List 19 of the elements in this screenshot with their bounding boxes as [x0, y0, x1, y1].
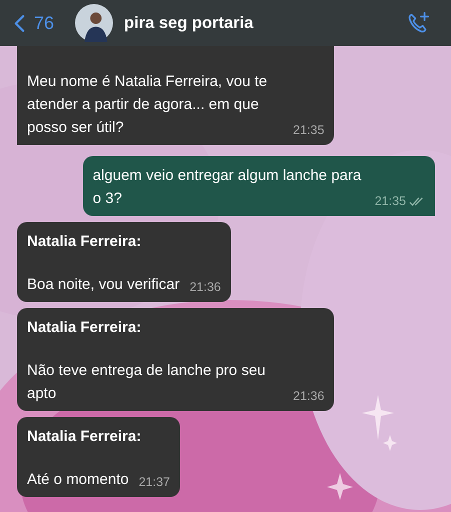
- message-time: 21:36: [293, 389, 324, 403]
- message-text: Até o momento: [27, 470, 129, 490]
- message-time: 21:37: [138, 475, 170, 489]
- contact-name[interactable]: pira seg portaria: [124, 14, 407, 32]
- avatar[interactable]: [75, 4, 114, 42]
- message-text: alguem veio entregar algum lanche para o 3?: [92, 166, 362, 209]
- unread-count: 76: [34, 12, 54, 34]
- phone-plus-icon[interactable]: [407, 11, 431, 35]
- message-time: 21:35: [293, 123, 324, 137]
- message-text: Boa noite, vou verificar: [27, 275, 180, 295]
- back-button[interactable]: 76: [14, 12, 54, 34]
- sender-name: Natalia Ferreira:: [27, 427, 142, 447]
- chevron-left-icon: [14, 14, 25, 32]
- message-time: 21:36: [190, 280, 221, 294]
- sender-name: Natalia Ferreira:: [27, 318, 142, 338]
- message-text: Meu nome é Natalia Ferreira, vou te atender a partir de agora... em que posso ser útil?: [27, 72, 268, 138]
- message-text: Não teve entrega de lanche pro seu apto: [27, 361, 266, 404]
- message-time: 21:35: [374, 194, 406, 208]
- sender-name: Natalia Ferreira:: [27, 232, 142, 252]
